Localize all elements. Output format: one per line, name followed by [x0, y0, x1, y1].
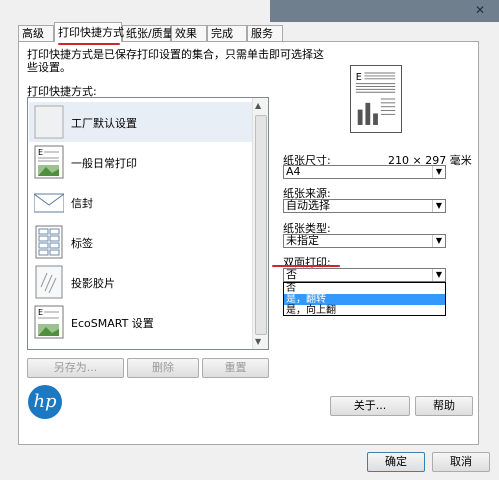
blank-page-icon: [34, 105, 64, 139]
help-button[interactable]: 帮助: [415, 396, 473, 416]
delete-button[interactable]: 删除: [127, 358, 199, 378]
close-icon[interactable]: ✕: [475, 3, 485, 17]
document-image-icon: E: [34, 145, 64, 179]
scrollbar-thumb[interactable]: [255, 115, 267, 335]
duplex-value: 否: [286, 268, 297, 281]
list-scrollbar[interactable]: ▲ ▼: [252, 98, 268, 349]
svg-text:E: E: [356, 72, 362, 83]
paper-type-select[interactable]: 未指定 ▼: [283, 234, 446, 248]
list-item-label: 投影胶片: [71, 277, 115, 290]
ok-button[interactable]: 确定: [367, 452, 425, 472]
chevron-down-icon[interactable]: ▼: [432, 235, 445, 247]
transparency-icon: [35, 265, 63, 299]
list-item-label: 标签: [71, 237, 93, 250]
paper-source-select[interactable]: 自动选择 ▼: [283, 199, 446, 213]
tab-print-shortcuts[interactable]: 打印快捷方式: [54, 22, 124, 42]
paper-type-value: 未指定: [286, 234, 319, 247]
list-item[interactable]: 信封: [29, 182, 255, 222]
about-button[interactable]: 关于...: [330, 396, 410, 416]
tab-services[interactable]: 服务: [247, 25, 283, 41]
paper-source-value: 自动选择: [286, 199, 330, 212]
tab-underline: [58, 43, 120, 45]
tab-paper-quality[interactable]: 纸张/质量: [122, 25, 174, 41]
list-item[interactable]: 工厂默认设置: [29, 102, 255, 142]
list-item[interactable]: 投影胶片: [29, 262, 255, 302]
duplex-option[interactable]: 是，翻转: [284, 294, 445, 305]
hp-logo: hp: [28, 385, 62, 419]
duplex-dropdown-list[interactable]: 否 是，翻转 是，向上翻: [283, 282, 446, 316]
list-item-label: 一般日常打印: [71, 157, 137, 170]
duplex-option[interactable]: 否: [284, 283, 445, 294]
cancel-button[interactable]: 取消: [432, 452, 490, 472]
window-titlebar: ✕: [270, 0, 499, 22]
chevron-down-icon[interactable]: ▼: [432, 166, 445, 178]
paper-size-value: A4: [286, 165, 301, 178]
list-item-label: EcoSMART 设置: [71, 317, 154, 330]
tab-effects[interactable]: 效果: [171, 25, 207, 41]
tab-advanced[interactable]: 高级: [18, 25, 54, 41]
list-item[interactable]: E 一般日常打印: [29, 142, 255, 182]
labels-icon: [35, 225, 63, 259]
chevron-down-icon[interactable]: ▼: [432, 200, 445, 212]
page-preview-icon: E: [350, 65, 402, 133]
duplex-option[interactable]: 是，向上翻: [284, 305, 445, 316]
duplex-underline: [272, 265, 340, 267]
ecosmart-document-icon: E: [34, 305, 64, 339]
list-item-label: 工厂默认设置: [71, 117, 137, 130]
paper-size-select[interactable]: A4 ▼: [283, 165, 446, 179]
duplex-select[interactable]: 否 ▼: [283, 268, 446, 282]
list-item[interactable]: 标签: [29, 222, 255, 262]
save-as-button[interactable]: 另存为...: [27, 358, 124, 378]
svg-text:E: E: [38, 148, 43, 157]
shortcuts-list[interactable]: 工厂默认设置 E 一般日常打印 信封 标签 投影胶片 E EcoSMART 设置…: [27, 97, 269, 350]
svg-text:E: E: [38, 308, 43, 317]
list-item-label: 信封: [71, 197, 93, 210]
description-text: 打印快捷方式是已保存打印设置的集合，只需单击即可选择这些设置。: [27, 48, 324, 74]
list-item[interactable]: E EcoSMART 设置: [29, 302, 255, 342]
scroll-down-icon[interactable]: ▼: [255, 337, 261, 346]
tab-finishing[interactable]: 完成: [207, 25, 247, 41]
scroll-up-icon[interactable]: ▲: [255, 101, 261, 110]
chevron-down-icon[interactable]: ▼: [432, 269, 445, 281]
reset-button[interactable]: 重置: [202, 358, 269, 378]
envelope-icon: [34, 193, 64, 213]
